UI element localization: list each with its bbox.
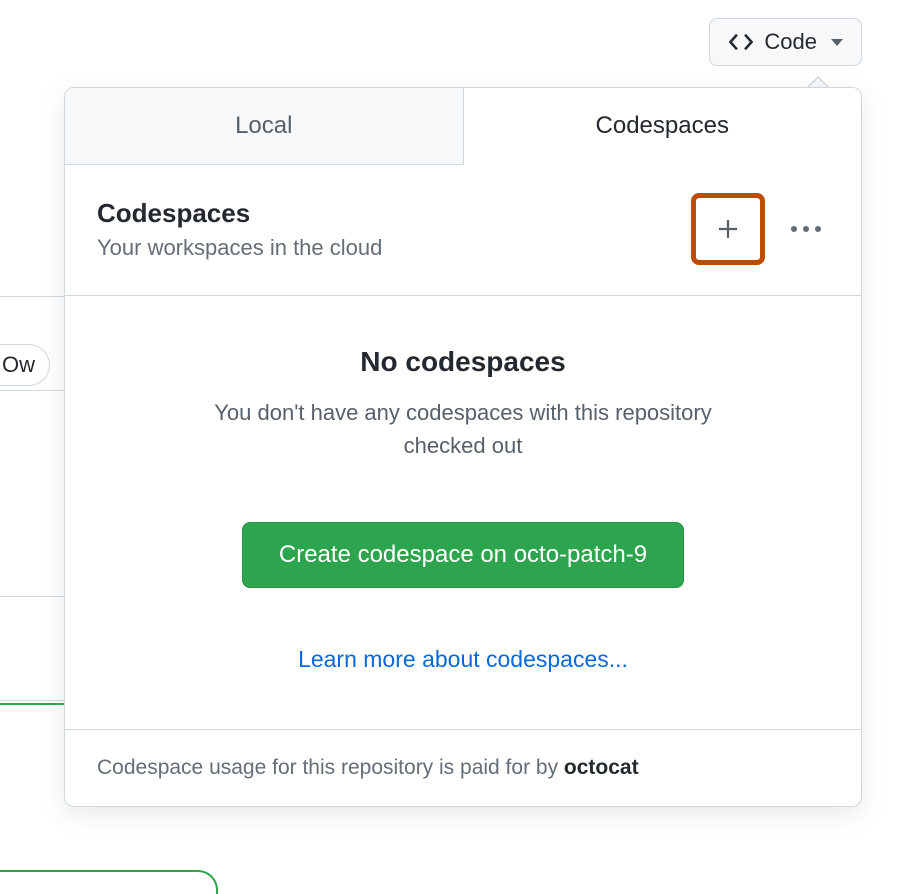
tab-local[interactable]: Local: [65, 88, 463, 164]
code-icon: [728, 29, 754, 55]
kebab-dot-icon: [815, 226, 821, 232]
codespace-options-button[interactable]: [783, 218, 829, 240]
codespaces-footer: Codespace usage for this repository is p…: [65, 730, 861, 806]
background-divider: [0, 700, 64, 701]
code-button-label: Code: [764, 29, 817, 55]
empty-title: No codespaces: [97, 346, 829, 378]
empty-message: You don't have any codespaces with this …: [203, 396, 723, 462]
background-divider: [0, 296, 64, 297]
learn-more-link[interactable]: Learn more about codespaces...: [298, 646, 628, 673]
background-accent: [0, 703, 64, 705]
codespaces-header: Codespaces Your workspaces in the cloud: [65, 165, 861, 296]
kebab-dot-icon: [803, 226, 809, 232]
background-pill: Ow: [0, 344, 50, 386]
kebab-dot-icon: [791, 226, 797, 232]
code-popover: Local Codespaces Codespaces Your workspa…: [64, 87, 862, 807]
caret-down-icon: [831, 39, 843, 46]
codespaces-subtitle: Your workspaces in the cloud: [97, 235, 382, 261]
codespaces-header-actions: [691, 193, 829, 265]
codespaces-empty-state: No codespaces You don't have any codespa…: [65, 296, 861, 730]
background-divider: [0, 596, 64, 597]
create-codespace-on-branch-button[interactable]: Create codespace on octo-patch-9: [242, 522, 684, 588]
codespaces-header-text: Codespaces Your workspaces in the cloud: [97, 198, 382, 261]
tab-codespaces[interactable]: Codespaces: [463, 88, 862, 165]
code-button[interactable]: Code: [709, 18, 862, 66]
background-divider: [0, 390, 64, 391]
footer-text: Codespace usage for this repository is p…: [97, 756, 564, 779]
tabs: Local Codespaces: [65, 88, 861, 165]
codespaces-title: Codespaces: [97, 198, 382, 229]
create-codespace-button[interactable]: [691, 193, 765, 265]
plus-icon: [716, 217, 740, 241]
footer-owner: octocat: [564, 756, 639, 779]
background-accent-pill: [0, 870, 218, 894]
